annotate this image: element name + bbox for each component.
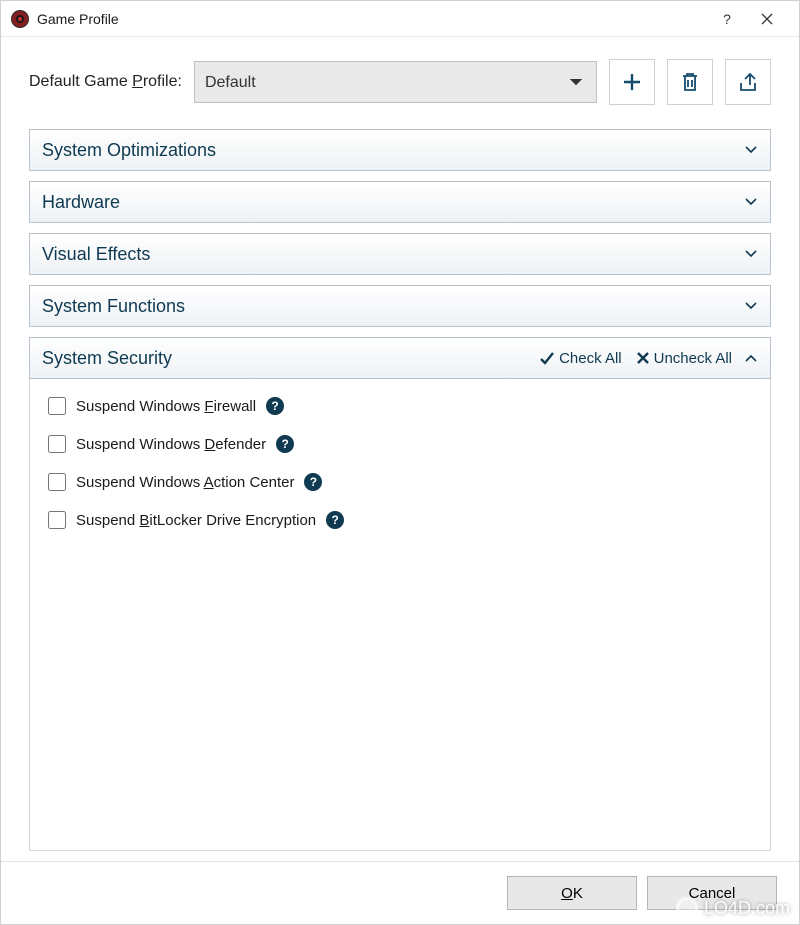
option-suspend-defender: Suspend Windows Defender ? — [48, 435, 752, 453]
section-title: Hardware — [42, 192, 120, 213]
chevron-down-icon — [744, 197, 758, 207]
profile-row: Default Game Profile: Default — [29, 59, 771, 105]
delete-profile-button[interactable] — [667, 59, 713, 105]
profile-select[interactable]: Default — [194, 61, 597, 103]
ok-button[interactable]: OK — [507, 876, 637, 910]
option-label: Suspend Windows Action Center — [76, 474, 294, 491]
system-security-body: Suspend Windows Firewall ? Suspend Windo… — [29, 379, 771, 851]
section-visual-effects[interactable]: Visual Effects — [29, 233, 771, 275]
chevron-down-icon — [744, 249, 758, 259]
sections: System Optimizations Hardware Visual Eff… — [29, 129, 771, 851]
watermark-icon — [676, 897, 698, 919]
section-system-security-container: System Security Check All Uncheck All — [29, 337, 771, 851]
close-button[interactable] — [747, 1, 787, 36]
checkbox-suspend-defender[interactable] — [48, 435, 66, 453]
chevron-down-icon — [744, 301, 758, 311]
option-suspend-firewall: Suspend Windows Firewall ? — [48, 397, 752, 415]
help-button[interactable]: ? — [707, 1, 747, 36]
help-icon[interactable]: ? — [276, 435, 294, 453]
game-profile-window: Game Profile ? Default Game Profile: Def… — [0, 0, 800, 925]
checkbox-suspend-bitlocker[interactable] — [48, 511, 66, 529]
section-title: System Security — [42, 348, 172, 369]
checkbox-suspend-action-center[interactable] — [48, 473, 66, 491]
option-label: Suspend Windows Defender — [76, 436, 266, 453]
content-area: Default Game Profile: Default System Opt… — [1, 37, 799, 861]
app-icon — [11, 10, 29, 28]
help-icon[interactable]: ? — [304, 473, 322, 491]
watermark: LO4D.com — [676, 897, 790, 919]
option-suspend-bitlocker: Suspend BitLocker Drive Encryption ? — [48, 511, 752, 529]
section-hardware[interactable]: Hardware — [29, 181, 771, 223]
option-label: Suspend BitLocker Drive Encryption — [76, 512, 316, 529]
window-title: Game Profile — [37, 11, 707, 27]
titlebar: Game Profile ? — [1, 1, 799, 37]
checkbox-suspend-firewall[interactable] — [48, 397, 66, 415]
uncheck-all-button[interactable]: Uncheck All — [636, 350, 732, 367]
add-profile-button[interactable] — [609, 59, 655, 105]
section-system-optimizations[interactable]: System Optimizations — [29, 129, 771, 171]
help-icon[interactable]: ? — [326, 511, 344, 529]
section-system-functions[interactable]: System Functions — [29, 285, 771, 327]
option-suspend-action-center: Suspend Windows Action Center ? — [48, 473, 752, 491]
chevron-down-icon — [744, 145, 758, 155]
check-all-button[interactable]: Check All — [539, 350, 622, 367]
section-title: System Functions — [42, 296, 185, 317]
help-icon[interactable]: ? — [266, 397, 284, 415]
section-title: System Optimizations — [42, 140, 216, 161]
section-system-security[interactable]: System Security Check All Uncheck All — [29, 337, 771, 379]
export-profile-button[interactable] — [725, 59, 771, 105]
chevron-up-icon — [744, 353, 758, 363]
profile-label: Default Game Profile: — [29, 73, 182, 91]
section-title: Visual Effects — [42, 244, 150, 265]
option-label: Suspend Windows Firewall — [76, 398, 256, 415]
